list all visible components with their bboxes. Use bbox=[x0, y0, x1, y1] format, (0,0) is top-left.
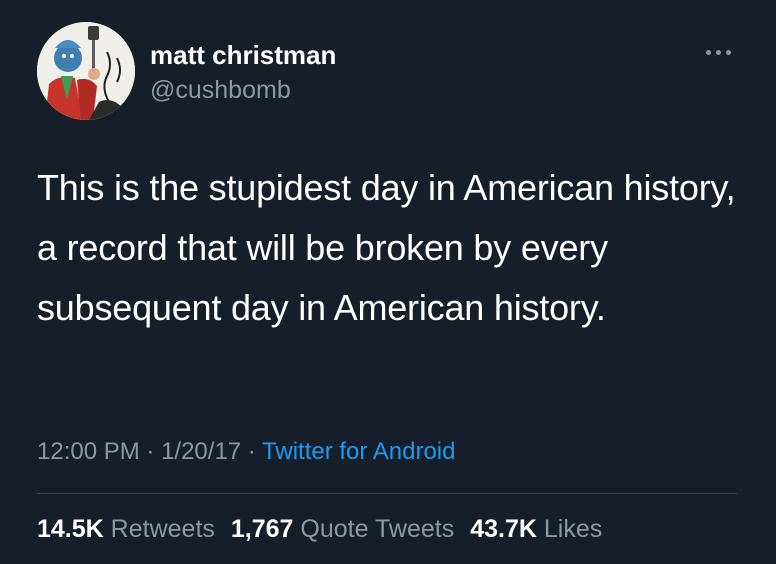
divider bbox=[37, 493, 737, 494]
likes-count: 43.7K bbox=[470, 515, 537, 543]
avatar-image bbox=[37, 22, 135, 120]
more-dot-2 bbox=[716, 50, 721, 55]
meta-separator: · bbox=[139, 438, 162, 465]
quote-tweets-count: 1,767 bbox=[230, 515, 294, 543]
more-options-icon[interactable] bbox=[702, 42, 736, 62]
tweet-stats: 14.5K Retweets 1,767 Quote Tweets 43.7K Li… bbox=[37, 515, 602, 544]
retweets-label: Retweets bbox=[110, 515, 215, 543]
user-name[interactable]: matt christman bbox=[150, 40, 336, 71]
quote-tweets-stat[interactable]: 1,767 Quote Tweets bbox=[231, 515, 454, 543]
quote-tweets-label: Quote Tweets bbox=[300, 515, 455, 543]
tweet-source-link[interactable]: Twitter for Android bbox=[262, 438, 455, 465]
more-dot-3 bbox=[726, 50, 731, 55]
meta-separator: · bbox=[241, 438, 263, 465]
more-dot-1 bbox=[706, 50, 711, 55]
tweet-text: This is the stupidest day in American hi… bbox=[37, 167, 736, 328]
retweets-count: 14.5K bbox=[37, 515, 104, 543]
user-handle[interactable]: @cushbomb bbox=[150, 76, 291, 105]
tweet-meta: 12:00 PM · 1/20/17 · Twitter for Android bbox=[37, 438, 455, 466]
tweet-time[interactable]: 12:00 PM bbox=[37, 438, 140, 465]
likes-label: Likes bbox=[543, 515, 603, 543]
likes-stat[interactable]: 43.7K Likes bbox=[470, 515, 602, 543]
tweet-date[interactable]: 1/20/17 bbox=[161, 438, 241, 465]
tweet-card: matt christman @cushbomb This is the stu… bbox=[0, 0, 776, 564]
retweets-stat[interactable]: 14.5K Retweets bbox=[37, 515, 215, 543]
avatar[interactable] bbox=[37, 22, 135, 120]
